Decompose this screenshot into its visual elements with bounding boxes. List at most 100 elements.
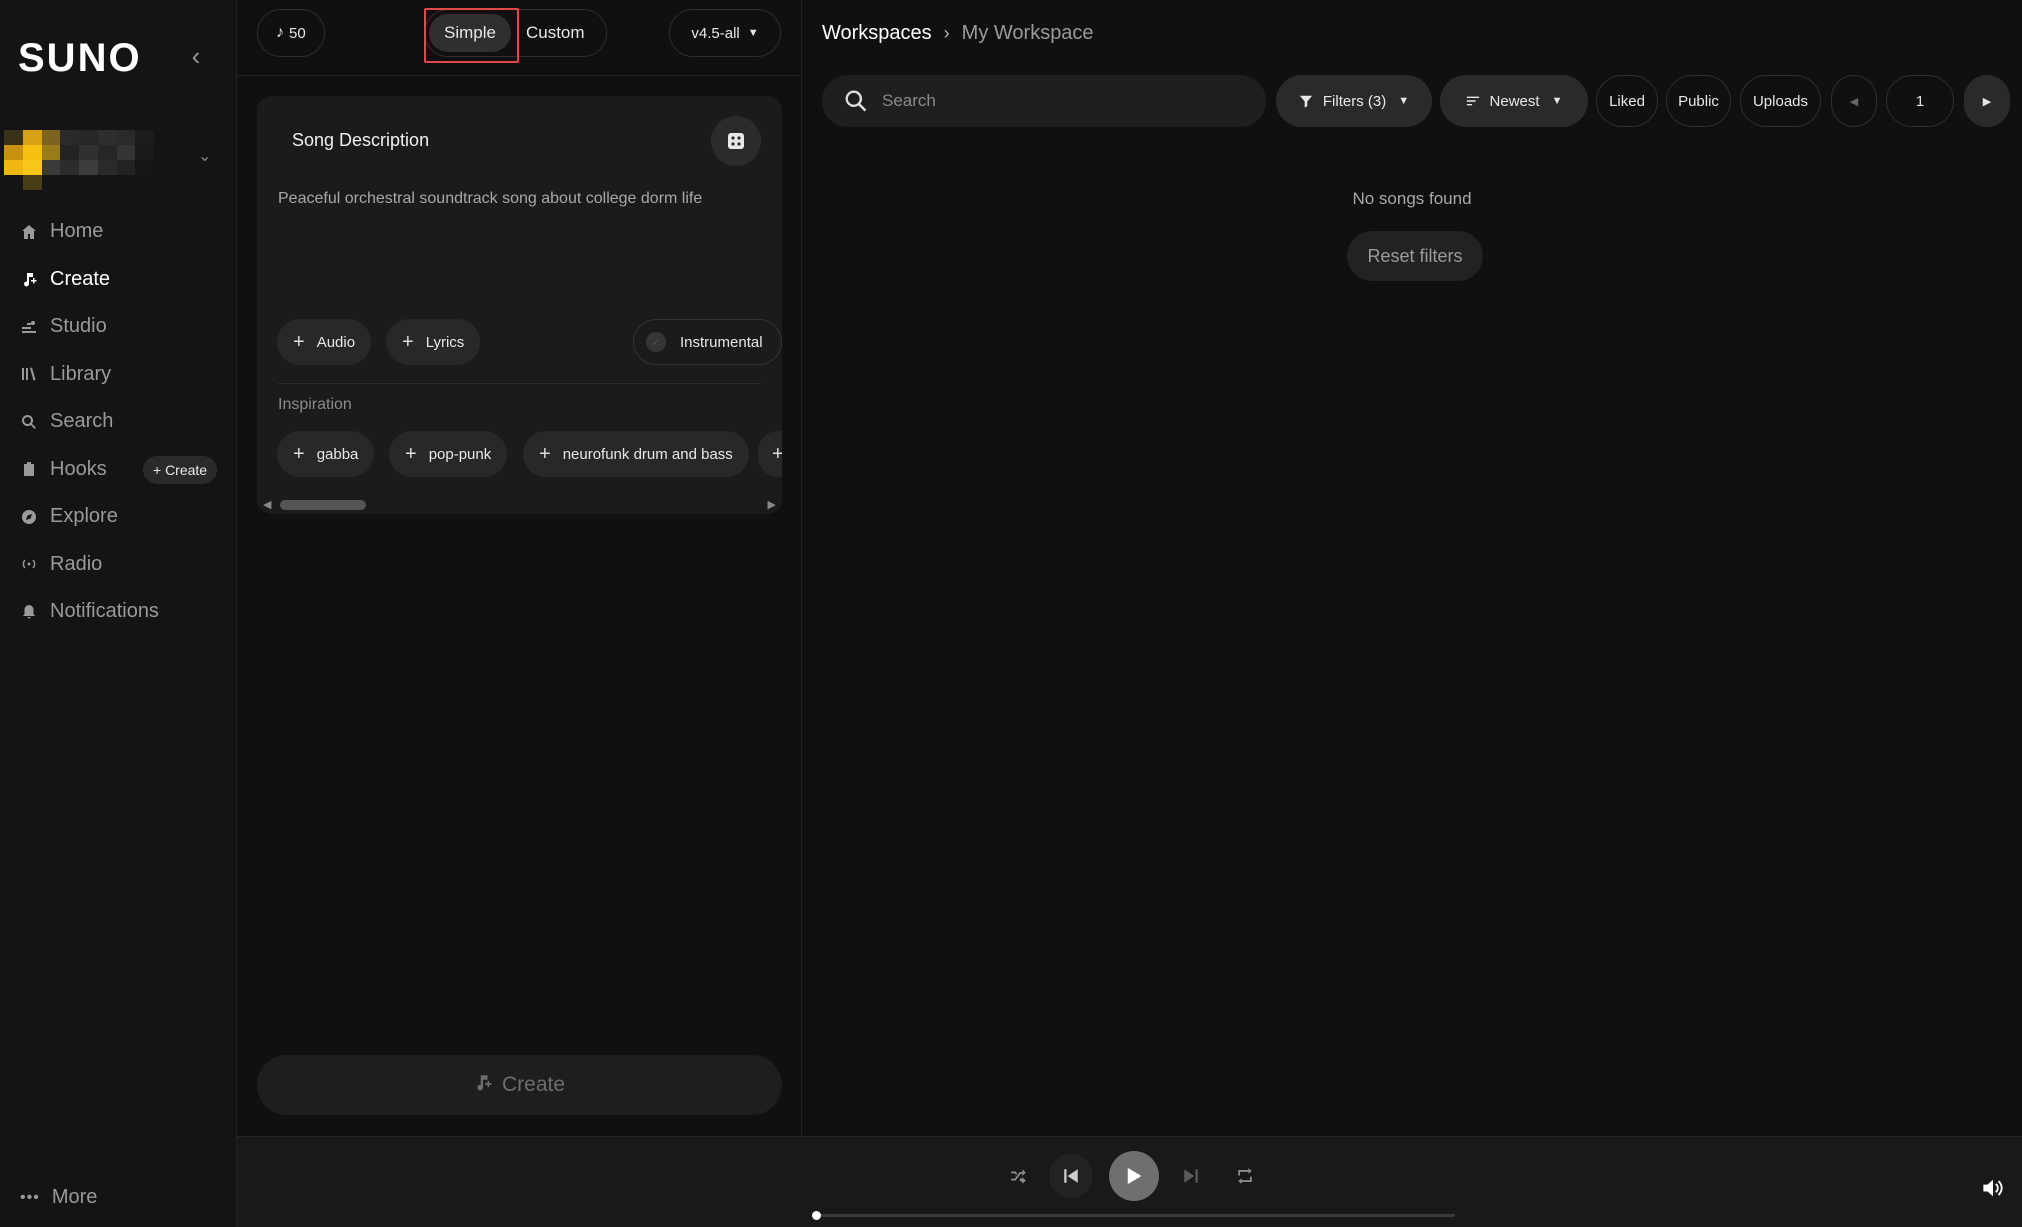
previous-track-button[interactable] [1049,1154,1093,1198]
breadcrumb-current: My Workspace [961,22,1094,44]
play-button[interactable] [1109,1151,1159,1201]
nav-item-create[interactable]: Create [0,256,237,304]
chevron-left-icon: ‹ [191,40,201,71]
plus-icon: + [293,443,305,465]
reset-filters-button[interactable]: Reset filters [1347,231,1483,281]
explore-icon [20,508,38,526]
scroll-right-arrow-icon[interactable]: ▶ [768,498,776,511]
sort-label: Newest [1489,92,1540,110]
plus-icon: + [772,443,782,465]
nav-item-home[interactable]: Home [0,208,237,256]
search-icon [845,90,867,112]
more-menu[interactable]: ••• More [20,1186,97,1209]
next-track-button[interactable] [1181,1166,1201,1186]
filter-icon [1299,94,1313,108]
shuffle-button[interactable] [1009,1166,1029,1186]
player-bar [237,1136,2022,1227]
model-value: v4.5-all [691,24,740,42]
random-description-button[interactable] [711,116,761,166]
repeat-button[interactable] [1235,1166,1255,1186]
caret-right-icon: ▶ [1982,95,1992,108]
instrumental-toggle[interactable]: ✓ Instrumental [633,319,782,365]
volume-button[interactable] [1982,1177,2004,1204]
scrollbar-thumb[interactable] [280,500,366,510]
liked-filter-button[interactable]: Liked [1596,75,1658,127]
filters-button[interactable]: Filters (3) ▼ [1276,75,1432,127]
caret-down-icon: ▼ [747,27,759,39]
add-lyrics-button[interactable]: + Lyrics [386,319,481,365]
next-page-button[interactable]: ▶ [1964,75,2010,127]
instrumental-label: Instrumental [680,333,763,351]
inspiration-tag[interactable]: + gabba [277,431,375,477]
inspiration-tag-partial[interactable]: + [758,431,782,477]
sort-button[interactable]: Newest ▼ [1440,75,1588,127]
model-select[interactable]: v4.5-all ▼ [669,9,781,57]
hooks-icon [20,460,38,478]
scroll-left-arrow-icon[interactable]: ◀ [263,498,271,511]
plus-icon: + [402,331,414,353]
hooks-create-button[interactable]: + Create [143,455,218,484]
search-icon [20,413,38,431]
progress-knob[interactable] [812,1211,821,1220]
mode-simple-button[interactable]: Simple [429,14,511,52]
empty-state-message: No songs found [1352,189,1472,208]
add-lyrics-label: Lyrics [425,333,465,351]
create-icon [20,270,38,288]
breadcrumb-workspaces[interactable]: Workspaces [822,22,932,45]
play-icon [1127,1167,1142,1185]
mode-toggle: Simple Custom [424,9,607,57]
page-number[interactable]: 1 [1886,75,1954,127]
dice-icon [728,133,744,149]
inspiration-tag-label: neurofunk drum and bass [562,445,733,463]
nav-label: Explore [50,505,118,528]
nav-label: Radio [50,552,103,575]
chevron-down-icon[interactable]: ⌄ [198,146,211,166]
nav-item-hooks[interactable]: Hooks + Create [0,446,237,494]
collapse-sidebar-button[interactable]: ‹ [186,40,206,71]
account-avatar[interactable] [4,130,154,190]
create-panel: ♪ 50 Simple Custom v4.5-all ▼ Song Descr… [237,0,802,1136]
add-audio-label: Audio [316,333,356,351]
plus-icon: + [293,331,305,353]
inspiration-scrollbar[interactable]: ◀ ▶ [257,494,782,514]
nav-item-radio[interactable]: Radio [0,541,237,589]
credits-counter[interactable]: ♪ 50 [257,9,325,57]
public-filter-button[interactable]: Public [1666,75,1731,127]
caret-left-icon: ◀ [1849,95,1859,108]
shuffle-icon [1011,1169,1026,1184]
song-description-input[interactable]: Peaceful orchestral soundtrack song abou… [278,188,758,210]
skip-forward-icon [1184,1169,1198,1183]
more-label: More [51,1186,98,1208]
more-dots-icon: ••• [20,1188,40,1206]
skip-back-icon [1064,1169,1078,1183]
add-audio-button[interactable]: + Audio [277,319,372,365]
inspiration-tag-label: gabba [316,445,359,463]
sort-icon [1466,94,1480,108]
volume-icon [1983,1179,2003,1197]
nav-label: Notifications [50,600,159,623]
song-description-title: Song Description [292,130,430,150]
nav-item-explore[interactable]: Explore [0,493,237,541]
inspiration-tag[interactable]: + pop-punk [389,431,508,477]
inspiration-tag[interactable]: + neurofunk drum and bass [523,431,749,477]
mode-custom-button[interactable]: Custom [511,14,600,52]
search-input[interactable] [882,91,1242,111]
nav-label: Hooks [50,457,107,480]
uploads-filter-button[interactable]: Uploads [1740,75,1821,127]
playback-progress[interactable] [812,1211,1455,1220]
previous-page-button[interactable]: ◀ [1831,75,1877,127]
music-note-icon: ♪ [276,24,284,41]
suno-logo[interactable]: SUNO [18,36,142,81]
nav-item-library[interactable]: Library [0,351,237,399]
main-nav: Home Create Studio Library Search Hooks … [0,208,237,636]
nav-item-search[interactable]: Search [0,398,237,446]
workspace-search [822,75,1266,127]
nav-label: Home [50,220,104,243]
nav-item-notifications[interactable]: Notifications [0,588,237,636]
plus-icon: + [405,443,417,465]
create-button-label: Create [501,1073,566,1096]
plus-icon: + [539,443,551,465]
divider [278,383,761,384]
nav-item-studio[interactable]: Studio [0,303,237,351]
create-song-button[interactable]: Create [257,1055,782,1115]
